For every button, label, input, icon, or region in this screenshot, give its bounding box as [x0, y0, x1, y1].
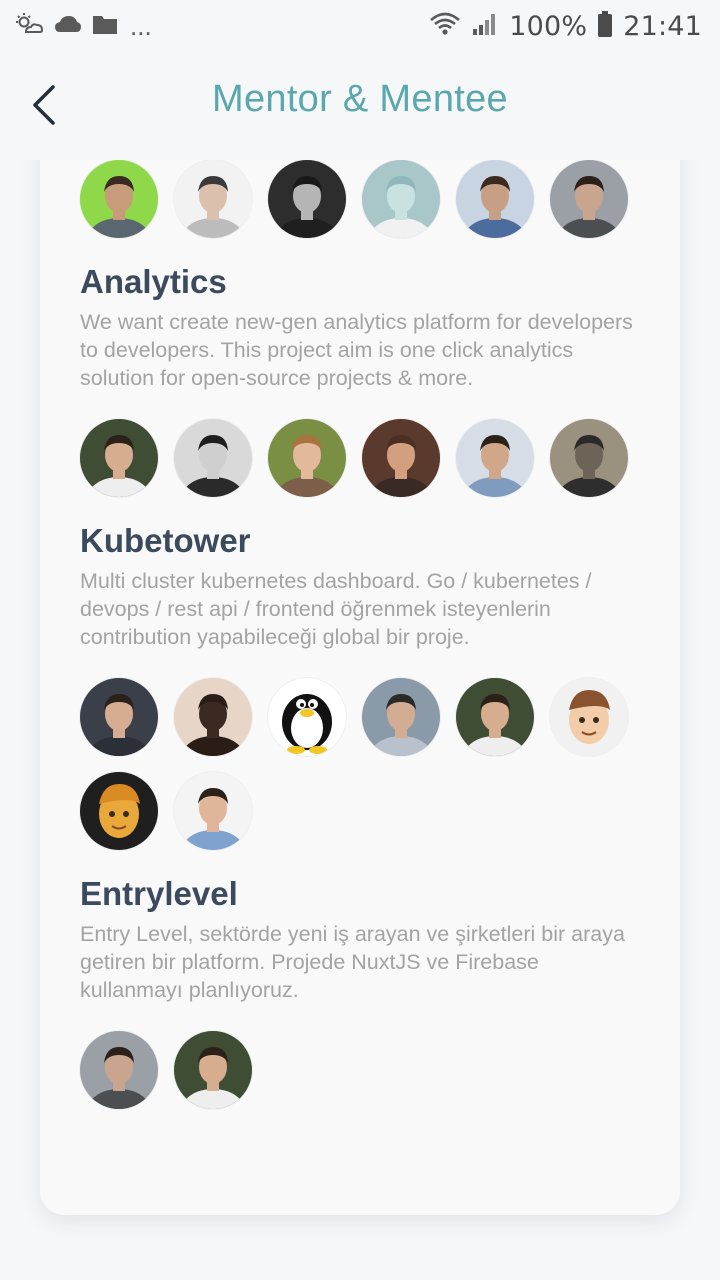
avatar-row-top [80, 160, 650, 238]
projects-list: Analytics We want create new-gen analytic… [80, 160, 650, 1109]
project-title[interactable]: Entrylevel [80, 874, 650, 914]
project-description: Multi cluster kubernetes dashboard. Go /… [80, 569, 592, 649]
page-title: Mentor & Mentee [212, 78, 508, 120]
project-title[interactable]: Kubetower [80, 521, 650, 561]
status-right: 100% 21:41 [429, 10, 702, 43]
memoji-avatar-image [80, 772, 158, 850]
avatar[interactable] [456, 419, 534, 497]
projects-card: Analytics We want create new-gen analytic… [40, 115, 680, 1215]
avatar[interactable] [456, 678, 534, 756]
person-avatar-image [362, 419, 440, 497]
avatar[interactable] [268, 419, 346, 497]
avatar[interactable] [80, 1031, 158, 1109]
battery-percent: 100% [509, 10, 588, 42]
person-avatar-image [550, 160, 628, 238]
person-avatar-image [174, 1031, 252, 1109]
signal-icon [471, 11, 499, 42]
project-members [80, 1031, 650, 1109]
person-avatar-image [174, 678, 252, 756]
person-avatar-image [80, 1031, 158, 1109]
avatar[interactable] [362, 678, 440, 756]
folder-icon [92, 13, 118, 40]
clock: 21:41 [623, 10, 702, 42]
project-title[interactable]: Analytics [80, 262, 650, 302]
avatar[interactable] [174, 678, 252, 756]
avatar[interactable] [456, 160, 534, 238]
avatar[interactable] [174, 419, 252, 497]
person-avatar-image [456, 160, 534, 238]
project-description: We want create new-gen analytics platfor… [80, 310, 633, 390]
person-avatar-image [550, 419, 628, 497]
status-bar: ... 100% 21:41 [0, 0, 720, 52]
avatar[interactable] [550, 419, 628, 497]
person-avatar-image [362, 160, 440, 238]
avatar[interactable] [80, 419, 158, 497]
avatar[interactable] [174, 772, 252, 850]
avatar[interactable] [174, 160, 252, 238]
project-description: Entry Level, sektörde yeni iş arayan ve … [80, 922, 625, 1002]
avatar[interactable] [362, 160, 440, 238]
avatar[interactable] [550, 160, 628, 238]
penguin-avatar-image [268, 678, 346, 756]
wifi-icon [429, 11, 461, 42]
memoji-avatar-image [550, 678, 628, 756]
project-item: Entrylevel Entry Level, sektörde yeni iş … [80, 874, 650, 1109]
person-avatar-image [268, 160, 346, 238]
person-avatar-image [456, 678, 534, 756]
status-left: ... [14, 12, 152, 41]
person-avatar-image [80, 160, 158, 238]
person-avatar-image [362, 678, 440, 756]
person-avatar-image [456, 419, 534, 497]
weather-icon [14, 12, 44, 41]
avatar[interactable] [268, 678, 346, 756]
project-item: Analytics We want create new-gen analytic… [80, 262, 650, 497]
project-members [80, 419, 650, 497]
avatar[interactable] [174, 1031, 252, 1109]
person-avatar-image [80, 678, 158, 756]
person-avatar-image [174, 772, 252, 850]
avatar[interactable] [550, 678, 628, 756]
person-avatar-image [80, 419, 158, 497]
project-list: Analytics We want create new-gen analytic… [80, 262, 650, 1109]
person-avatar-image [268, 419, 346, 497]
cloud-icon [54, 13, 82, 40]
person-avatar-image [174, 419, 252, 497]
project-members [80, 678, 650, 850]
battery-icon [597, 10, 613, 43]
avatar[interactable] [80, 772, 158, 850]
avatar[interactable] [80, 678, 158, 756]
app-header: Mentor & Mentee [0, 52, 720, 160]
project-item: Kubetower Multi cluster kubernetes dashbo… [80, 521, 650, 850]
avatar[interactable] [80, 160, 158, 238]
person-avatar-image [174, 160, 252, 238]
avatar[interactable] [268, 160, 346, 238]
avatar[interactable] [362, 419, 440, 497]
status-overflow-dots: ... [130, 11, 152, 41]
